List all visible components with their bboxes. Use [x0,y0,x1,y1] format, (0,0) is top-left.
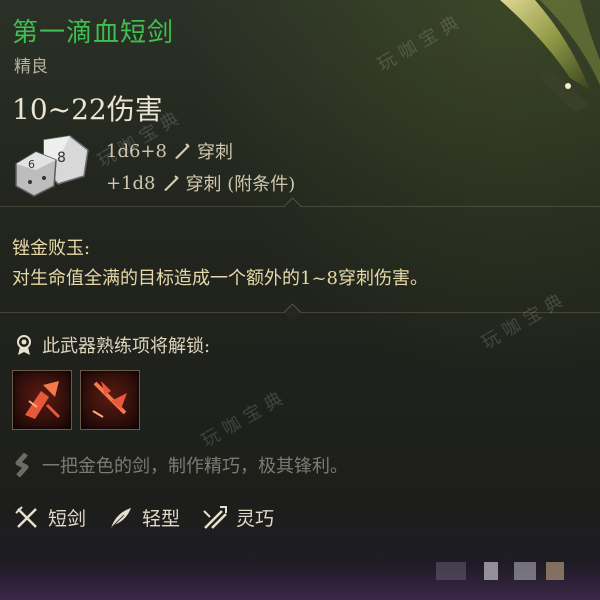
damage-line-2: +1d8 穿刺 (附条件) [106,170,295,196]
blurred-content [514,562,536,580]
item-rarity: 精良 [14,57,48,77]
weapon-action-icon [25,381,61,419]
flavor-text: 一把金色的剑，制作精巧，极其锋利。 [14,452,348,478]
weapon-properties: 短剑 轻型 灵巧 [14,504,274,531]
unlock-label: 此武器熟练项将解锁: [42,336,211,357]
shortsword-icon [15,505,37,528]
damage-type: 穿刺 [196,142,233,163]
watermark: 玩咖宝典 [478,287,572,354]
proficiency-unlock: 此武器熟练项将解锁: [14,332,210,358]
finesse-icon [203,505,228,529]
passive-description: 对生命值全满的目标造成一个额外的1~8穿刺伤害。 [12,268,428,289]
section-divider [0,197,600,216]
feather-icon [110,507,132,528]
flavor-label: 一把金色的剑，制作精巧，极其锋利。 [42,456,348,477]
weapon-action-slot-1[interactable] [12,370,72,430]
property-label: 轻型 [142,508,181,530]
item-name: 第一滴血短剑 [12,18,175,48]
item-tooltip: 第一滴血短剑 精良 10~22伤害 8 6 1d6+8 穿刺 +1d8 穿刺 (… [0,0,600,600]
weapon-action-slot-2[interactable] [80,370,140,430]
property-shortsword: 短剑 [14,504,86,531]
damage-dice: +1d8 [106,172,156,194]
quill-icon [14,452,32,478]
weapon-action-icon [92,381,127,418]
property-label: 灵巧 [236,508,275,530]
proficiency-icon [14,334,34,356]
svg-text:8: 8 [57,150,66,166]
passive-name: 锉金败玉: [12,238,91,259]
blurred-content [546,562,564,580]
property-label: 短剑 [48,508,87,530]
blurred-content [484,562,498,580]
piercing-icon [173,142,191,160]
dice-icon: 8 6 [14,134,92,198]
svg-text:6: 6 [28,158,35,171]
watermark: 玩咖宝典 [198,385,292,452]
piercing-icon [162,174,180,192]
blurred-content [436,562,466,580]
damage-type: 穿刺 (附条件) [185,174,296,195]
property-light: 轻型 [108,504,180,531]
property-finesse: 灵巧 [202,504,274,531]
